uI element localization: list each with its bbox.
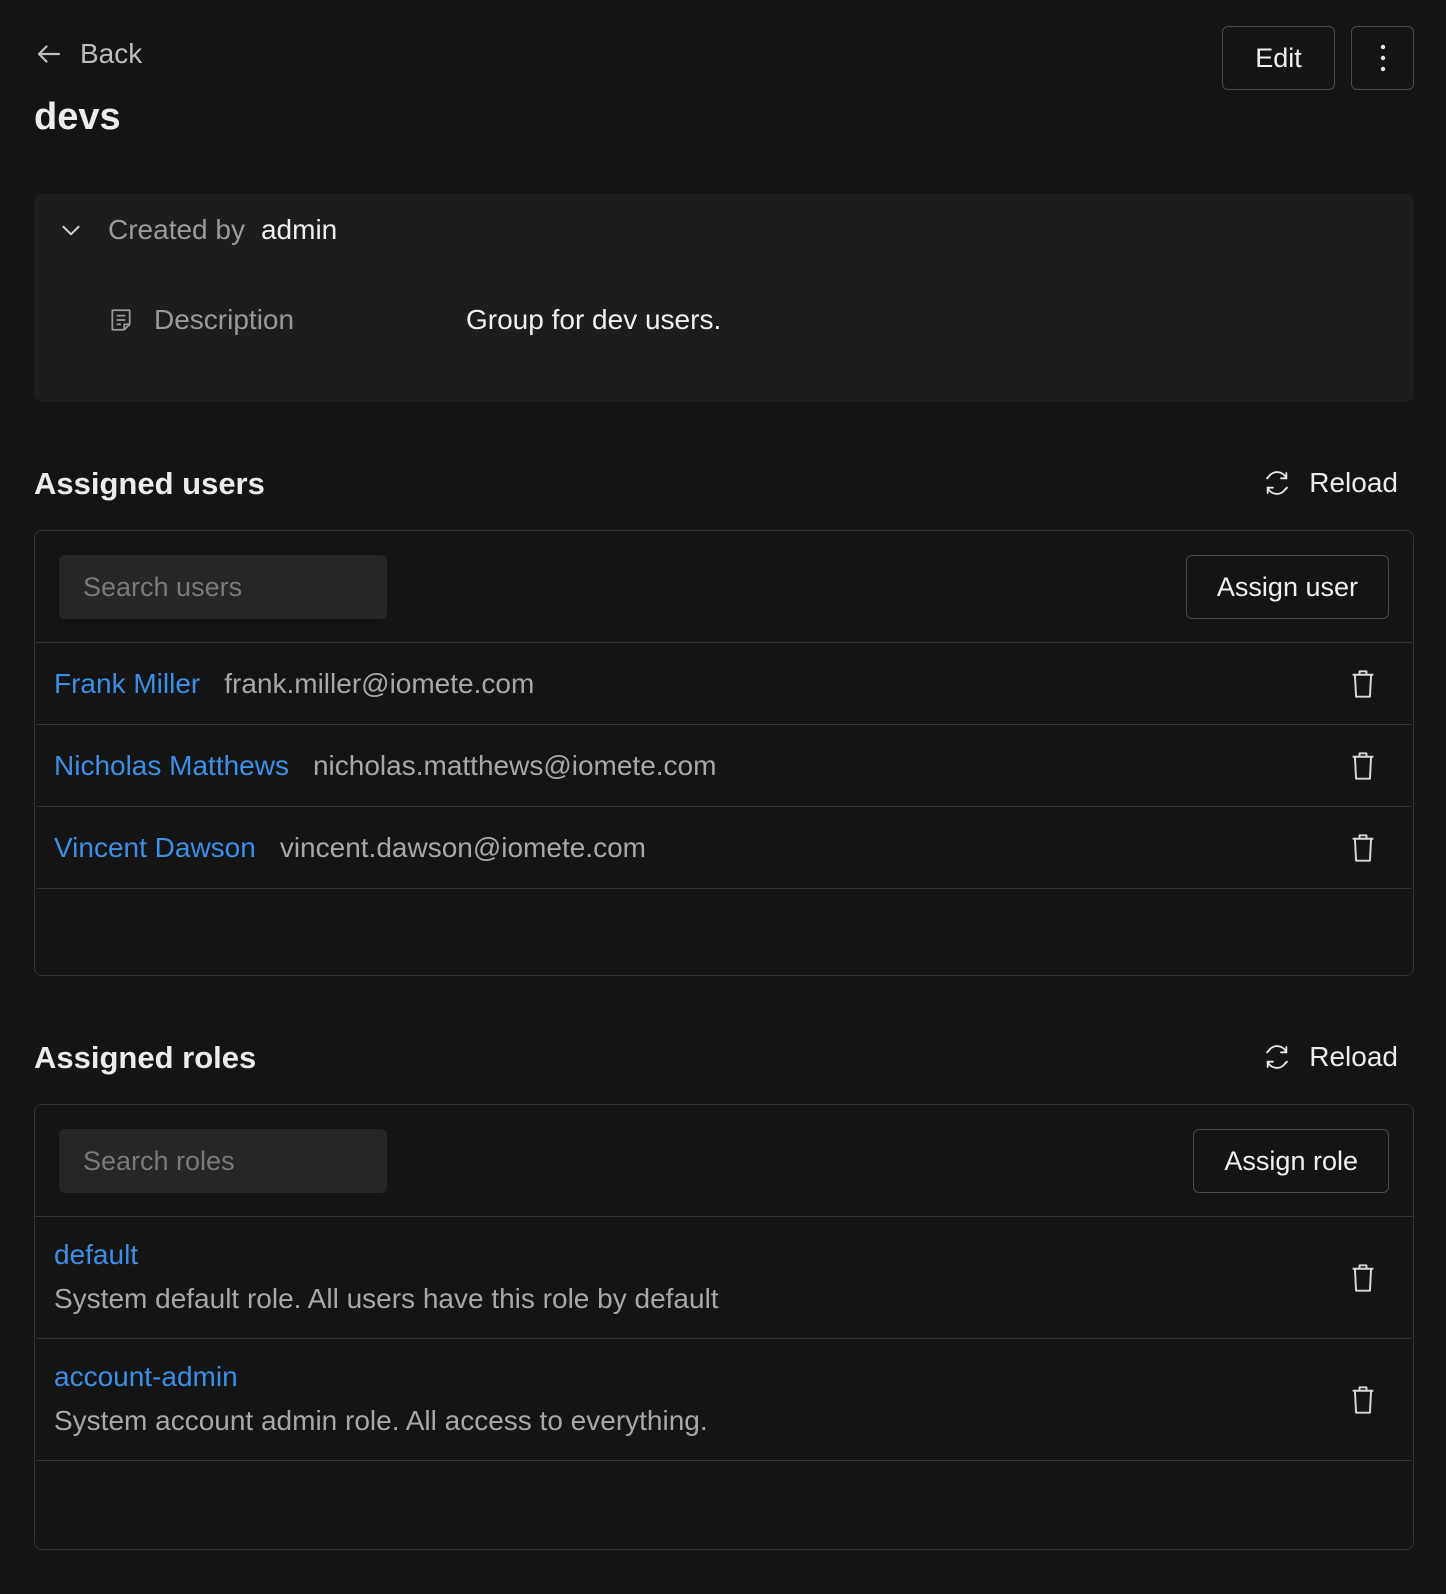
trash-icon[interactable]: [1349, 1385, 1377, 1415]
user-name-link[interactable]: Frank Miller: [54, 668, 200, 700]
document-icon: [111, 309, 131, 331]
trash-icon[interactable]: [1349, 751, 1377, 781]
assigned-roles-title: Assigned roles: [34, 1040, 257, 1075]
role-row: account-admin System account admin role.…: [37, 1339, 1411, 1461]
description-label: Description: [154, 304, 295, 335]
refresh-icon: [1266, 471, 1289, 495]
trash-icon[interactable]: [1349, 1263, 1377, 1293]
assign-user-button[interactable]: Assign user: [1185, 555, 1389, 619]
more-button[interactable]: [1351, 26, 1414, 90]
chevron-down-icon: [62, 225, 80, 236]
search-users-input[interactable]: [59, 555, 387, 619]
trash-icon[interactable]: [1349, 669, 1377, 699]
assign-role-button[interactable]: Assign role: [1193, 1129, 1389, 1193]
group-info-card: Created by admin Description Group for d…: [34, 194, 1414, 402]
reload-roles-label: Reload: [1309, 1041, 1398, 1072]
user-name-link[interactable]: Nicholas Matthews: [54, 750, 289, 782]
user-name-link[interactable]: Vincent Dawson: [54, 832, 256, 864]
created-by-value: admin: [260, 214, 338, 245]
search-roles-input[interactable]: [59, 1129, 387, 1193]
user-row: Nicholas Matthews nicholas.matthews@iome…: [37, 725, 1411, 807]
users-panel-header: Assign user: [35, 531, 1413, 643]
role-name-link[interactable]: account-admin: [54, 1361, 1411, 1393]
arrow-left-icon: [37, 45, 61, 63]
back-link[interactable]: Back: [34, 38, 142, 70]
reload-users-label: Reload: [1309, 467, 1398, 498]
page-title: devs: [34, 96, 121, 138]
role-row: default System default role. All users h…: [37, 1217, 1411, 1339]
refresh-icon: [1266, 1045, 1289, 1069]
header-actions: Edit: [1222, 26, 1414, 90]
reload-users-button[interactable]: Reload: [1263, 467, 1398, 499]
back-label: Back: [80, 38, 143, 69]
user-row: Vincent Dawson vincent.dawson@iomete.com: [37, 807, 1411, 889]
description-row: Description Group for dev users.: [108, 304, 721, 336]
description-value: Group for dev users.: [466, 304, 722, 335]
role-name-link[interactable]: default: [54, 1239, 1411, 1271]
users-panel: Assign user Frank Miller frank.miller@io…: [34, 530, 1414, 976]
user-email: vincent.dawson@iomete.com: [279, 831, 646, 863]
roles-panel: Assign role default System default role.…: [34, 1104, 1414, 1550]
reload-roles-button[interactable]: Reload: [1263, 1041, 1398, 1073]
user-email: nicholas.matthews@iomete.com: [312, 749, 717, 781]
user-email: frank.miller@iomete.com: [224, 667, 535, 699]
created-by-label: Created by: [108, 214, 245, 245]
more-vertical-icon: [1380, 44, 1385, 72]
trash-icon[interactable]: [1349, 833, 1377, 863]
role-description: System default role. All users have this…: [54, 1283, 719, 1314]
user-row: Frank Miller frank.miller@iomete.com: [37, 643, 1411, 725]
created-by-toggle[interactable]: Created by admin: [58, 214, 337, 246]
roles-panel-header: Assign role: [35, 1105, 1413, 1217]
edit-button[interactable]: Edit: [1222, 26, 1335, 90]
assigned-users-title: Assigned users: [34, 466, 265, 501]
role-description: System account admin role. All access to…: [54, 1405, 708, 1436]
